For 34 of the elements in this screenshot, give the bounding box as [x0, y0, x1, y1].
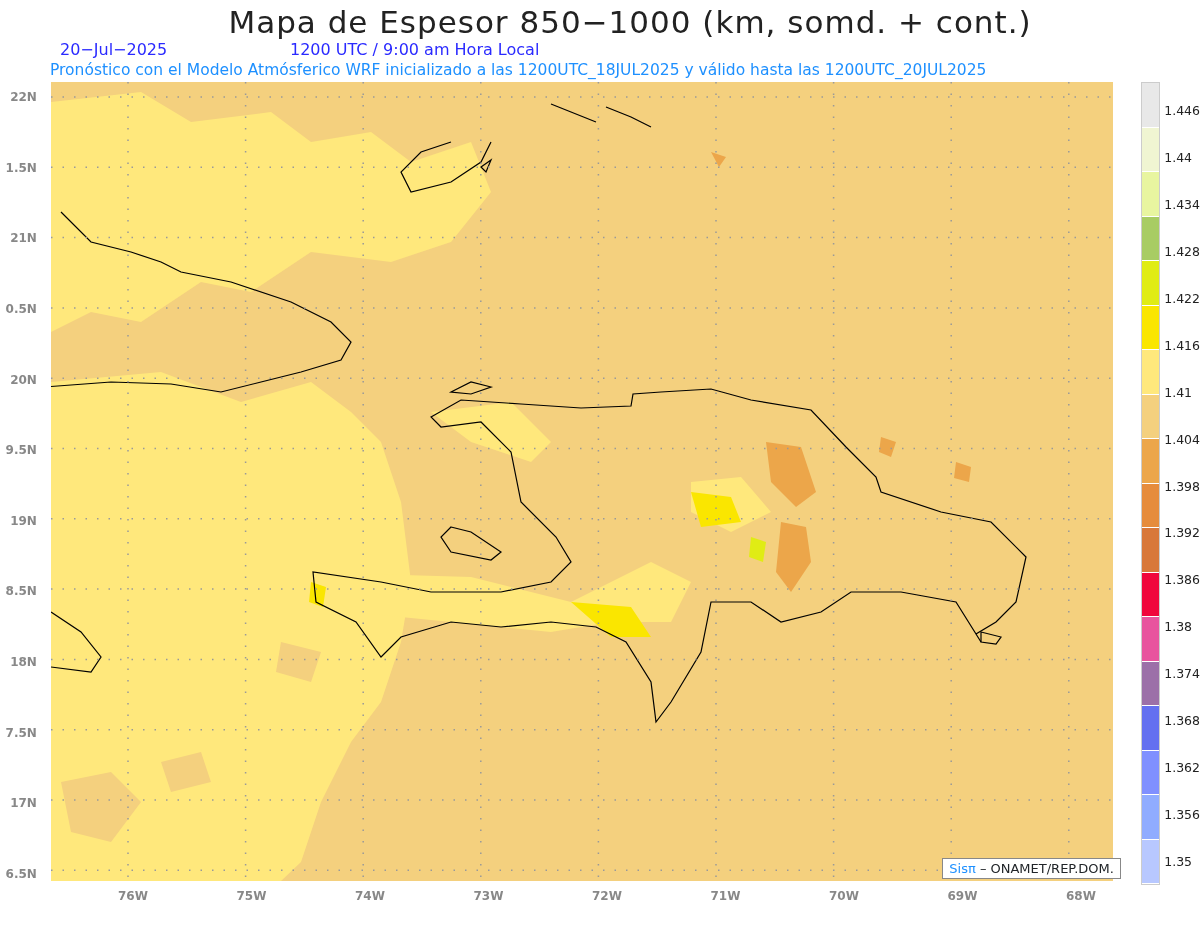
colorbar-label: 1.362 [1164, 760, 1200, 777]
colorbar-label: 1.404 [1164, 431, 1200, 448]
latitude-label: 21N [9, 230, 38, 247]
credit-box: Sisπ – ONAMET/REP.DOM. [942, 858, 1121, 879]
colorbar-label: 1.35 [1164, 854, 1194, 870]
latitude-label: 19N [9, 512, 38, 529]
forecast-description: Pronóstico con el Modelo Atmósferico WRF inicializado a las 1200UTC_18JUL2025 y válido hasta las 1200UTC_20JUL2025 [49, 60, 988, 80]
latitude-label: 7.5N [4, 724, 38, 741]
latitude-label: 8.5N [4, 583, 38, 600]
latitude-label: 22N [9, 89, 38, 105]
map-title: Mapa de Espesor 850−1000 (km, somd. + cont.) [227, 3, 1033, 40]
colorbar-label: 1.38 [1164, 619, 1194, 636]
colorbar-label: 1.428 [1164, 243, 1200, 260]
colorbar-label: 1.41 [1164, 384, 1194, 401]
valid-time: 1200 UTC / 9:00 am Hora Local [290, 40, 540, 60]
colorbar-label: 1.356 [1164, 807, 1200, 824]
colorbar-label: 1.386 [1164, 572, 1200, 589]
colorbar-label: 1.44 [1164, 149, 1194, 166]
latitude-label: 0.5N [4, 300, 38, 317]
latitude-label: 18N [9, 654, 38, 670]
colorbar-label: 1.446 [1164, 103, 1200, 119]
latitude-label: 17N [9, 795, 38, 812]
latitude-label: 6.5N [4, 865, 38, 882]
latitude-label: 9.5N [4, 442, 38, 459]
colorbar-label: 1.434 [1164, 196, 1200, 213]
colorbar-label: 1.374 [1164, 666, 1200, 683]
forecast-date: 20−Jul−2025 [60, 40, 169, 60]
colorbar-label: 1.398 [1164, 478, 1200, 495]
latitude-label: 1.5N [4, 159, 38, 176]
colorbar-label: 1.416 [1164, 337, 1200, 354]
colorbar-label: 1.392 [1164, 525, 1200, 542]
colorbar-label: 1.368 [1164, 713, 1200, 730]
latitude-label: 20N [9, 371, 38, 388]
colorbar-label: 1.422 [1164, 290, 1200, 307]
